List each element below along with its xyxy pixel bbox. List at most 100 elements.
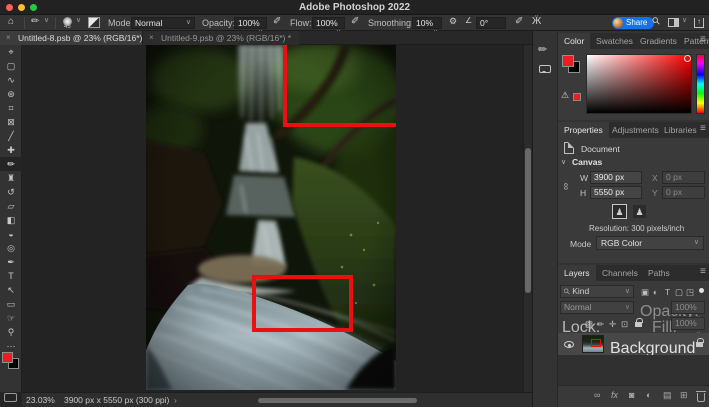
filter-shape-layers-icon[interactable]: ▢ xyxy=(675,287,683,298)
layer-filter-toggle[interactable] xyxy=(699,288,704,293)
close-tab-icon[interactable]: × xyxy=(149,31,154,45)
share-button[interactable]: Share xyxy=(612,17,654,29)
crop-tool[interactable]: ⌗ xyxy=(0,101,22,115)
new-group-folder-icon[interactable]: ▤ xyxy=(663,390,672,401)
history-brush-tool[interactable]: ↺ xyxy=(0,185,22,199)
tab-libraries[interactable]: Libraries xyxy=(658,122,703,138)
tab-properties[interactable]: Properties xyxy=(558,122,609,138)
lock-artboard-icon[interactable]: ⊡ xyxy=(621,319,628,330)
layer-row-background[interactable]: Background xyxy=(558,333,709,355)
opacity-pressure-icon[interactable]: ✐ xyxy=(273,16,281,27)
workspace-switcher-icon[interactable] xyxy=(668,18,679,27)
new-layer-icon[interactable]: ⊞ xyxy=(680,390,688,401)
brush-tool[interactable]: ✏ xyxy=(0,157,22,171)
canvas-width-field[interactable]: 3900 px xyxy=(590,171,642,184)
color-panel-menu-icon[interactable]: ≡ xyxy=(700,34,706,45)
pen-tool[interactable]: ✒ xyxy=(0,255,22,269)
smoothing-options-gear-icon[interactable]: ⚙ xyxy=(449,16,457,27)
properties-panel-menu-icon[interactable]: ≡ xyxy=(700,123,706,134)
brush-settings-panel-icon[interactable]: ✏ xyxy=(538,43,547,56)
path-selection-tool[interactable]: ↖ xyxy=(0,283,22,297)
tab-paths[interactable]: Paths xyxy=(642,265,676,281)
layers-panel-menu-icon[interactable]: ≡ xyxy=(700,266,706,277)
add-layer-mask-icon[interactable]: ◙ xyxy=(629,390,634,400)
edit-toolbar-icon[interactable]: ⋯ xyxy=(0,339,22,353)
chevron-down-icon[interactable]: ∨ xyxy=(682,16,687,24)
gradient-tool[interactable]: ◧ xyxy=(0,213,22,227)
brush-tool-icon[interactable]: ✏ xyxy=(31,16,39,27)
layer-list-empty-area[interactable] xyxy=(558,355,709,385)
size-pressure-icon[interactable]: ✐ xyxy=(515,16,523,27)
zoom-tool[interactable]: ⚲ xyxy=(0,325,22,339)
object-selection-tool[interactable]: ⊛ xyxy=(0,87,22,101)
export-share-icon[interactable]: ↑ xyxy=(694,18,704,28)
canvas-x-field[interactable]: 0 px xyxy=(662,171,705,184)
foreground-color-swatch[interactable] xyxy=(2,352,13,363)
blur-tool[interactable]: ◒ xyxy=(0,227,22,241)
landscape-orientation-button[interactable]: ♟ xyxy=(632,204,647,219)
opacity-select[interactable]: 100% ∨ xyxy=(234,17,267,29)
filter-pixel-layers-icon[interactable]: ▣ xyxy=(641,287,649,298)
new-adjustment-layer-icon[interactable]: ◐ xyxy=(646,390,651,400)
tab-gradients[interactable]: Gradients xyxy=(634,33,683,49)
canvas-y-field[interactable]: 0 px xyxy=(662,186,705,199)
flow-select[interactable]: 100% ∨ xyxy=(312,17,345,29)
zoom-level-field[interactable]: 23.03% xyxy=(26,393,55,407)
toggle-brush-settings-icon[interactable] xyxy=(88,17,100,28)
layer-opacity-field[interactable]: 100% ∨ xyxy=(671,301,705,314)
link-dimensions-icon[interactable]: ∞ xyxy=(560,183,571,190)
hue-slider[interactable] xyxy=(696,54,705,114)
chevron-down-icon[interactable]: ∨ xyxy=(76,16,81,24)
frame-tool[interactable]: ⊠ xyxy=(0,115,22,129)
rectangle-tool[interactable]: ▭ xyxy=(0,297,22,311)
close-tab-icon[interactable]: × xyxy=(6,31,11,45)
marquee-tool[interactable]: ▢ xyxy=(0,59,22,73)
collapse-caret-icon[interactable]: ∨ xyxy=(561,158,566,166)
airbrush-icon[interactable]: ✐ xyxy=(351,16,359,27)
comments-panel-icon[interactable] xyxy=(539,65,551,73)
tab-color[interactable]: Color xyxy=(558,33,590,49)
tab-layers[interactable]: Layers xyxy=(558,265,596,281)
layer-fill-field[interactable]: 100% ∨ xyxy=(671,317,705,330)
move-tool[interactable]: ⌖ xyxy=(0,45,22,59)
type-tool[interactable]: T xyxy=(0,269,22,283)
color-mode-select[interactable]: RGB Color ∨ xyxy=(596,236,704,250)
filter-type-layers-icon[interactable]: T xyxy=(665,287,670,297)
vertical-scrollbar-thumb[interactable] xyxy=(525,148,531,293)
color-picker-handle[interactable] xyxy=(684,55,691,62)
layer-blend-mode-select[interactable]: Normal ∨ xyxy=(560,301,634,314)
lasso-tool[interactable]: ∿ xyxy=(0,73,22,87)
eraser-tool[interactable]: ▱ xyxy=(0,199,22,213)
color-saturation-field[interactable] xyxy=(586,54,692,114)
search-icon[interactable]: ⚲ xyxy=(650,15,663,28)
tab-channels[interactable]: Channels xyxy=(596,265,644,281)
tab-adjustments[interactable]: Adjustments xyxy=(606,122,665,138)
paint-symmetry-icon[interactable]: Ӝ xyxy=(532,16,541,27)
delete-layer-trash-icon[interactable] xyxy=(697,393,705,402)
blend-mode-select[interactable]: Normal ∨ xyxy=(131,17,195,29)
status-options-chevron-icon[interactable]: › xyxy=(174,393,177,407)
hand-tool[interactable]: ☞ xyxy=(0,311,22,325)
home-icon[interactable]: ⌂ xyxy=(8,16,14,27)
foreground-color-mini-swatch[interactable] xyxy=(562,55,574,67)
screen-mode-icon[interactable] xyxy=(4,393,17,402)
tab-untitled-8[interactable]: × Untitled-8.psb @ 23% (RGB/16*) * xyxy=(0,31,156,45)
layer-filter-select[interactable]: ⚲ Kind ∨ xyxy=(560,285,634,298)
horizontal-scrollbar-thumb[interactable] xyxy=(258,398,417,403)
eyedropper-tool[interactable]: ╱ xyxy=(0,129,22,143)
filter-adjustment-layers-icon[interactable]: ◐ xyxy=(653,287,658,297)
dodge-tool[interactable]: ◎ xyxy=(0,241,22,255)
filter-smart-object-icon[interactable]: ◳ xyxy=(686,287,694,298)
lock-all-icon[interactable] xyxy=(635,322,642,327)
tab-swatches[interactable]: Swatches xyxy=(590,33,639,49)
portrait-orientation-button[interactable]: ♟ xyxy=(612,204,627,219)
link-layers-icon[interactable]: ∞ xyxy=(594,390,600,400)
lock-transparent-pixels-icon[interactable]: ▨ xyxy=(585,319,593,330)
spot-healing-brush-tool[interactable]: ✚ xyxy=(0,143,22,157)
layer-style-fx-icon[interactable]: fx xyxy=(611,390,618,400)
canvas-height-field[interactable]: 5550 px xyxy=(590,186,642,199)
tab-untitled-9[interactable]: × Untitled-9.psb @ 23% (RGB/16*) * xyxy=(142,31,299,45)
chevron-down-icon[interactable]: ∨ xyxy=(44,16,49,24)
layer-thumbnail[interactable] xyxy=(582,335,604,353)
lock-position-icon[interactable]: ✛ xyxy=(609,319,616,330)
